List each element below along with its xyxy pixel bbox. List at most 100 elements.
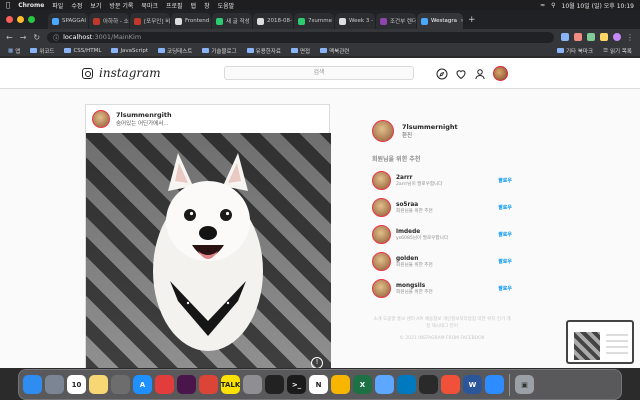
bookmark-folder[interactable]: 위코드	[30, 47, 54, 55]
recommendation-avatar[interactable]	[372, 252, 391, 271]
kakaotalk-icon[interactable]: TALK	[221, 375, 240, 394]
menu-history[interactable]: 방문 기록	[109, 1, 133, 10]
nav-avatar[interactable]	[493, 66, 508, 81]
bookmark-folder[interactable]: 맥북관련	[320, 47, 349, 55]
info-icon[interactable]: !	[311, 357, 323, 368]
calculator-icon[interactable]	[111, 375, 130, 394]
notion-icon[interactable]: N	[309, 375, 328, 394]
browser-tab[interactable]: Week 3 -×	[335, 13, 375, 29]
reload-icon[interactable]: ↻	[33, 33, 40, 42]
info-icon[interactable]: ⓘ	[53, 33, 59, 42]
iterm-icon[interactable]	[419, 375, 438, 394]
browser-tab[interactable]: 7summe×	[294, 13, 334, 29]
trello-icon[interactable]	[397, 375, 416, 394]
menu-file[interactable]: 파일	[52, 1, 63, 10]
current-user-avatar[interactable]	[372, 120, 394, 142]
browser-tab[interactable]: Frontend×	[171, 13, 211, 29]
current-user-subtitle: 환진	[402, 133, 413, 139]
slack-icon[interactable]	[177, 375, 196, 394]
browser-tab[interactable]: SPAGGAI×	[48, 13, 88, 29]
recommendation-avatar[interactable]	[372, 225, 391, 244]
app-store-icon[interactable]: A	[133, 375, 152, 394]
more-menu-icon[interactable]: ⋮	[626, 33, 634, 42]
explore-compass-icon[interactable]	[436, 68, 448, 80]
folder-icon	[158, 48, 166, 53]
bookmark-folder[interactable]: 면접	[290, 47, 310, 55]
follow-button[interactable]: 팔로우	[498, 285, 512, 292]
swift-icon[interactable]	[441, 375, 460, 394]
current-user-name[interactable]: 7lsummernight	[402, 123, 458, 131]
tab-close-icon[interactable]: ×	[460, 18, 463, 24]
menu-edit[interactable]: 수정	[71, 1, 82, 10]
menu-bookmarks[interactable]: 북마크	[141, 1, 158, 10]
extension-icon[interactable]	[574, 33, 582, 41]
post-username[interactable]: 7lsummenrgith	[116, 111, 172, 119]
browser-tab[interactable]: Westagra ×	[417, 13, 463, 29]
bookmark-other[interactable]: 기타 북마크	[557, 47, 593, 55]
browser-tab[interactable]: 2018-08-×	[253, 13, 293, 29]
menubar-clock[interactable]: 10월 10일 (일) 오후 10:19	[562, 1, 634, 10]
recommendation-avatar[interactable]	[372, 198, 391, 217]
search-input[interactable]: 검색	[224, 66, 414, 80]
folder-icon	[557, 48, 564, 53]
browser-tab[interactable]: 조건부 렌더×	[376, 13, 416, 29]
follow-button[interactable]: 팔로우	[498, 258, 512, 265]
bookmark-folder[interactable]: CSS/HTML	[64, 48, 101, 54]
calendar-icon[interactable]: 10	[67, 375, 86, 394]
launchpad-icon[interactable]	[45, 375, 64, 394]
trash-icon[interactable]: ▣	[515, 375, 534, 394]
sketch-icon[interactable]	[331, 375, 350, 394]
follow-button[interactable]: 팔로우	[498, 231, 512, 238]
maximize-window-button[interactable]	[28, 16, 35, 23]
bookmark-folder[interactable]: 기술블로그	[202, 47, 237, 55]
search-icon[interactable]: ⚲	[551, 2, 555, 9]
wifi-icon[interactable]: ≈	[540, 2, 545, 9]
excel-icon[interactable]: X	[353, 375, 372, 394]
system-preferences-icon[interactable]	[243, 375, 262, 394]
close-window-button[interactable]	[6, 16, 13, 23]
apple-icon[interactable]: 	[6, 1, 10, 9]
browser-tab[interactable]: [포무인] 비×	[130, 13, 170, 29]
zoom-icon[interactable]	[485, 375, 504, 394]
instagram-logo[interactable]: instagram	[82, 66, 161, 80]
follow-button[interactable]: 팔로우	[498, 204, 512, 211]
bookmark-apps[interactable]: ▦ 앱	[8, 47, 20, 55]
post-avatar[interactable]	[92, 110, 110, 128]
screenshot-preview-thumbnail[interactable]	[566, 320, 634, 364]
minimize-window-button[interactable]	[17, 16, 24, 23]
extension-icon[interactable]	[561, 33, 569, 41]
bookmark-folder[interactable]: 코딩테스트	[158, 47, 192, 55]
menu-view[interactable]: 보기	[90, 1, 101, 10]
menu-window[interactable]: 창	[204, 1, 210, 10]
extension-icon[interactable]	[587, 33, 595, 41]
menu-tab[interactable]: 탭	[191, 1, 197, 10]
terminal-icon[interactable]: >_	[287, 375, 306, 394]
finder-icon[interactable]	[23, 375, 42, 394]
word-icon[interactable]: W	[463, 375, 482, 394]
recommendation-avatar[interactable]	[372, 171, 391, 190]
figma-icon[interactable]	[265, 375, 284, 394]
recommendation-avatar[interactable]	[372, 279, 391, 298]
browser-tab[interactable]: 아하하 - 소×	[89, 13, 129, 29]
menubar-app-name[interactable]: Chrome	[18, 2, 44, 9]
browser-tab[interactable]: 새 글 작성×	[212, 13, 252, 29]
preview-image	[574, 332, 600, 360]
preview-icon[interactable]	[375, 375, 394, 394]
flashcards-icon[interactable]	[155, 375, 174, 394]
bookmark-reading-list[interactable]: ☰ 읽기 목록	[603, 47, 632, 55]
chrome-icon[interactable]	[199, 375, 218, 394]
forward-icon[interactable]: →	[20, 33, 27, 42]
menu-help[interactable]: 도움말	[218, 1, 235, 10]
bookmark-folder[interactable]: 유용한자료	[246, 47, 281, 55]
new-tab-button[interactable]: +	[464, 15, 480, 25]
profile-avatar-icon[interactable]	[613, 33, 621, 41]
address-bar[interactable]: ⓘ localhost:3001/MainKim	[47, 31, 554, 43]
notes-icon[interactable]	[89, 375, 108, 394]
follow-button[interactable]: 팔로우	[498, 177, 512, 184]
bookmark-folder[interactable]: JavaScript	[111, 48, 148, 54]
extension-icon[interactable]	[600, 33, 608, 41]
back-icon[interactable]: ←	[6, 33, 13, 42]
heart-icon[interactable]	[455, 68, 467, 80]
profile-icon[interactable]	[474, 68, 486, 80]
menu-profile[interactable]: 프로필	[166, 1, 183, 10]
